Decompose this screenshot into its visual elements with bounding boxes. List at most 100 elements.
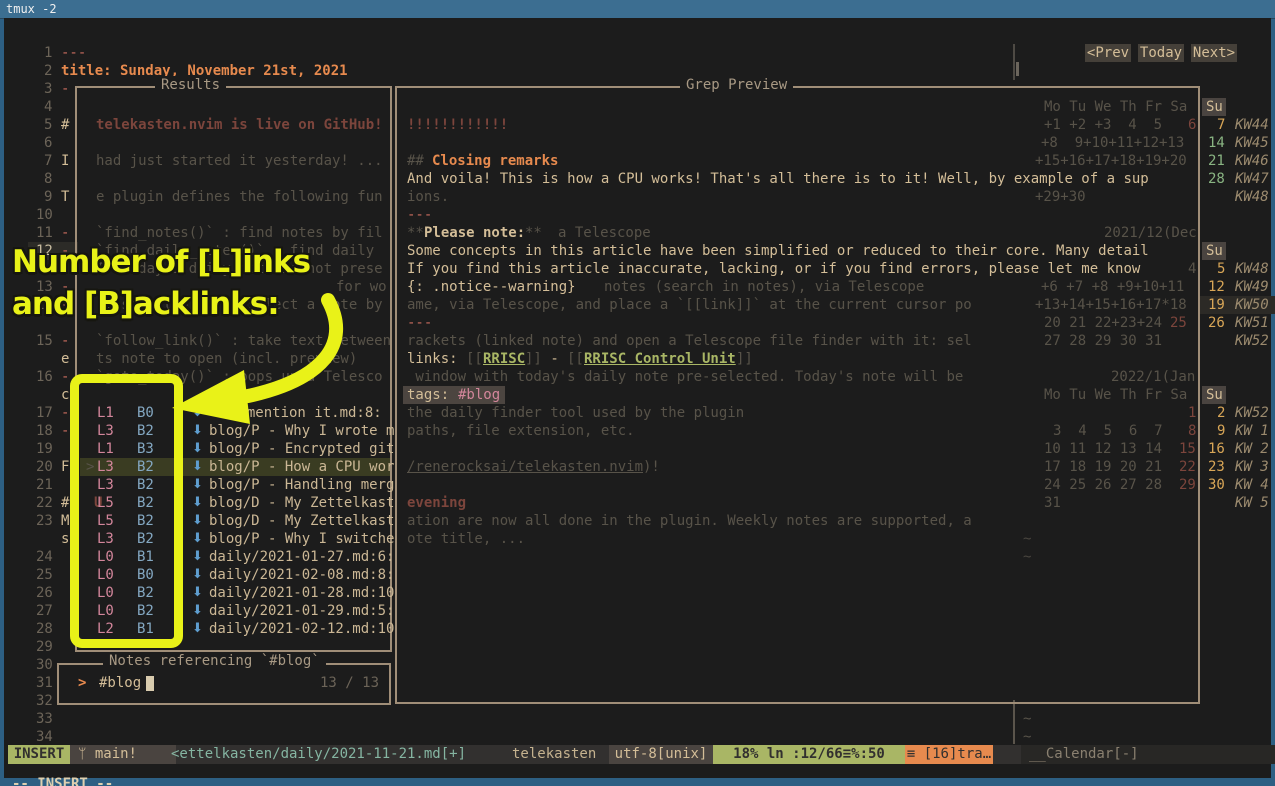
down-arrow-icon: ⬇: [192, 440, 203, 458]
calendar-next-button[interactable]: Next>: [1191, 44, 1237, 62]
window-titlebar: tmux -2: [0, 0, 1275, 19]
calendar-weekday-header: Mo Tu We Th Fr Sa: [1044, 386, 1187, 404]
calendar-date[interactable]: 30: [1208, 476, 1225, 494]
down-arrow-icon: ⬇: [192, 404, 203, 422]
window-separator: [1013, 44, 1015, 80]
line-number: 20: [36, 458, 53, 476]
calendar-days: 10 11 12 13 14: [1044, 440, 1162, 458]
buffer-line: ---: [61, 44, 86, 62]
calendar-date[interactable]: 12: [1208, 278, 1225, 296]
result-entry-label: blog/P - Why I switche: [209, 530, 394, 548]
bleed-line: window with today's daily note pre-selec…: [407, 368, 963, 386]
line-number: 11: [36, 224, 53, 242]
kw-label: KW48: [1235, 260, 1269, 278]
calendar-date[interactable]: 2: [1217, 404, 1225, 422]
preview-line: ]]: [736, 350, 753, 368]
buffer-line: -: [61, 404, 69, 422]
kw-label: KW 5: [1235, 494, 1269, 512]
line-number: 8: [44, 170, 52, 188]
line-number: 15: [36, 332, 53, 350]
calendar-prev-button[interactable]: <Prev: [1085, 44, 1131, 62]
preview-line: {: .notice--warning}: [407, 278, 576, 296]
preview-line: tags:: [407, 386, 449, 404]
bleed-link: /renerocksai/telekasten.nvim: [407, 458, 643, 476]
calendar-saturday: 15: [1179, 440, 1196, 458]
calendar-date[interactable]: 26: [1208, 314, 1225, 332]
line-number: 34: [36, 728, 53, 746]
bleed-line: )!: [643, 458, 660, 476]
down-arrow-icon: ⬇: [192, 620, 203, 638]
line-number: 33: [36, 710, 53, 728]
calendar-date[interactable]: 23: [1208, 458, 1225, 476]
line-number: 32: [36, 692, 53, 710]
bleed-line: notes (search in notes), via Telescope: [604, 278, 924, 296]
buffer-line: #: [61, 494, 69, 512]
calendar-today-button[interactable]: Today: [1138, 44, 1184, 62]
calendar-days: 4: [1188, 260, 1196, 278]
calendar-saturday: 22: [1179, 458, 1196, 476]
git-branch-icon: ᛘ: [78, 746, 86, 762]
calendar-date[interactable]: 21: [1208, 152, 1225, 170]
bleed-line: ame, via Telescope, and place a `[[link]…: [407, 296, 972, 314]
calendar-days: +8 9+10+11+12+13: [1041, 134, 1184, 152]
calendar-date[interactable]: 16: [1208, 440, 1225, 458]
calendar-status-label: __Calendar[-]: [1021, 746, 1139, 762]
calendar-weekday-header: Su: [1206, 242, 1223, 260]
calendar-saturday: 8: [1188, 422, 1196, 440]
kw-label: KW50: [1235, 296, 1269, 314]
preview-line: If you find this article inaccurate, lac…: [407, 260, 1140, 278]
bleed-line: `find_notes()` : find notes by fil: [96, 224, 383, 242]
down-arrow-icon: ⬇: [192, 602, 203, 620]
calendar-date[interactable]: 19: [1208, 296, 1225, 314]
calendar-days: +15+16+17+18+19+20: [1035, 152, 1187, 170]
preview-line: [[: [567, 350, 584, 368]
buffer-line: c: [61, 386, 69, 404]
buffer-line: e: [61, 350, 69, 368]
calendar-days: +6 +7 +8 +9+10+11: [1041, 278, 1184, 296]
result-entry-label: blog/P - Handling merg: [209, 476, 394, 494]
warning-indicator: ≡ [16]tra…: [905, 745, 993, 764]
line-number: 26: [36, 584, 53, 602]
line-number: 2: [44, 62, 52, 80]
calendar-date[interactable]: 7: [1217, 116, 1225, 134]
preview-line: ---: [407, 206, 432, 224]
result-entry-label: blog/D - My Zettelkast: [209, 494, 394, 512]
preview-line: ions.: [407, 188, 449, 206]
bleed-line: ote title, ...: [407, 530, 525, 548]
down-arrow-icon: ⬇: [192, 494, 203, 512]
preview-line: ]]: [525, 350, 542, 368]
kw-label: KW52: [1235, 332, 1269, 350]
result-entry-label: daily/2021-01-29.md:5:: [209, 602, 394, 620]
result-entry-label: blog/P - Encrypted git: [209, 440, 394, 458]
result-entry-label: blog/P - How a CPU wor: [209, 458, 394, 476]
line-number: 24: [36, 548, 53, 566]
line-number: 10: [36, 206, 53, 224]
line-number: 5: [44, 116, 52, 134]
down-arrow-icon: ⬇: [192, 584, 203, 602]
calendar-date[interactable]: 28: [1208, 170, 1225, 188]
line-number: 3: [44, 80, 52, 98]
calendar-date[interactable]: 14: [1208, 134, 1225, 152]
preview-line: !!!!!!!!!!!!: [407, 116, 508, 134]
results-window-title: Results: [155, 76, 226, 94]
git-branch: ᛘ main!: [70, 745, 176, 764]
line-number: 31: [36, 674, 53, 692]
plugin-name: telekasten: [512, 745, 596, 764]
preview-line: **: [407, 224, 424, 242]
calendar-date[interactable]: 5: [1217, 260, 1225, 278]
bleed-line: ation are now all done in the plugin. We…: [407, 512, 972, 530]
line-number: 6: [44, 134, 52, 152]
line-number: 17: [36, 404, 53, 422]
empty-buffer-tilde: ~: [1023, 710, 1031, 728]
annotation-text-line1: Number of [L]inks: [12, 244, 310, 280]
calendar-month-header: 2022/1(Jan: [1111, 368, 1195, 386]
preview-line: [[: [466, 350, 483, 368]
down-arrow-icon: ⬇: [192, 530, 203, 548]
buffer-line: I: [61, 152, 69, 170]
result-entry-label: daily/2021-01-27.md:6:: [209, 548, 394, 566]
line-number: 29: [36, 638, 53, 656]
calendar-days: 24 25 26 27 28: [1044, 476, 1162, 494]
calendar-date[interactable]: 9: [1217, 422, 1225, 440]
search-input[interactable]: #blog: [99, 674, 141, 692]
calendar-month-header: 2021/12(Dec: [1104, 224, 1197, 242]
